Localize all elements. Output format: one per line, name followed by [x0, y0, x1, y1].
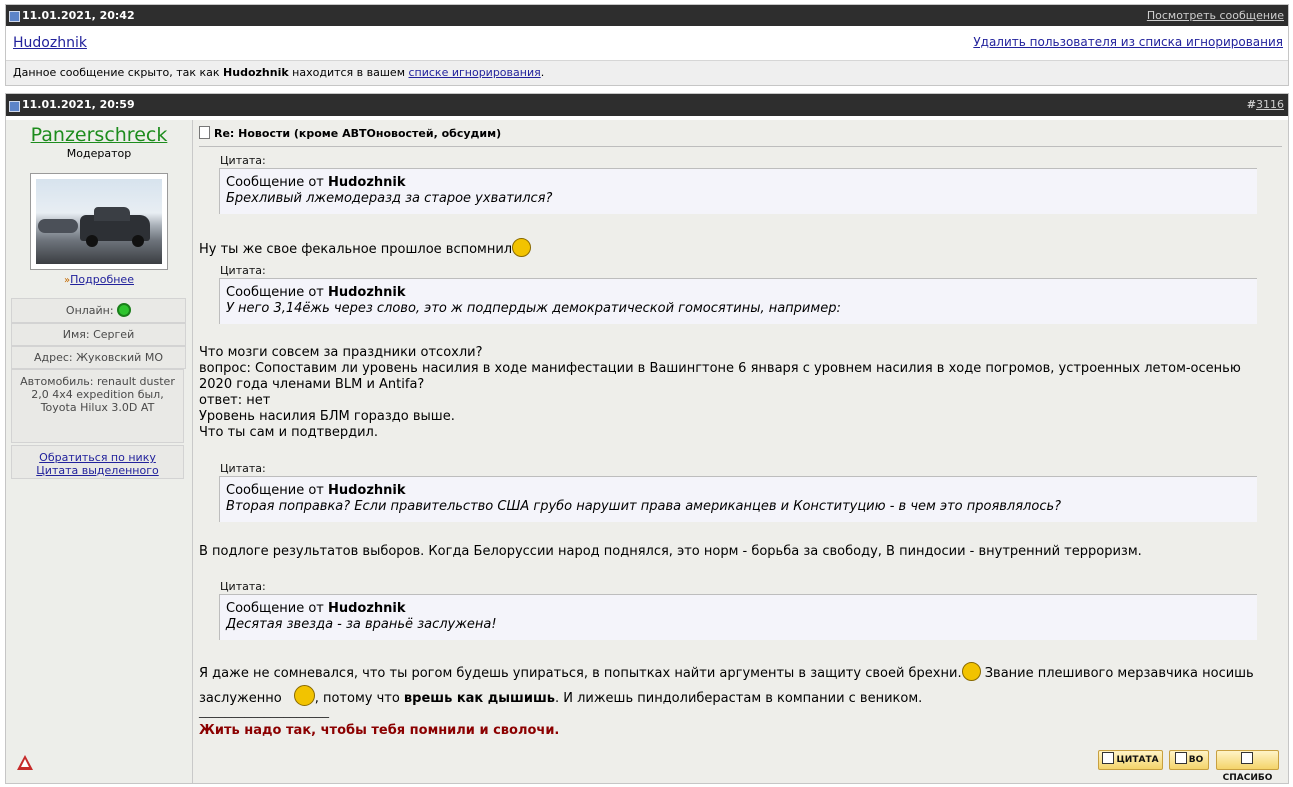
quote-button[interactable]: ЦИТАТА	[1098, 750, 1163, 770]
remove-ignore-link[interactable]: Удалить пользователя из списка игнориров…	[973, 35, 1283, 49]
author-name[interactable]: Panzerschreck	[6, 124, 192, 146]
hidden-post-header: 11.01.2021, 20:42 Посмотреть сообщение	[6, 5, 1288, 26]
quote-author: Hudozhnik	[327, 175, 406, 190]
address-by-nick-link[interactable]: Обратиться по нику	[39, 451, 156, 464]
ignored-username[interactable]: Hudozhnik	[13, 35, 87, 51]
multiquote-button[interactable]: ВО	[1169, 750, 1209, 770]
title-divider	[199, 146, 1282, 147]
reply-text: Что мозги совсем за праздники отсохли? в…	[199, 345, 1241, 440]
thanks-icon	[1240, 752, 1253, 764]
post-header: 11.01.2021, 20:59 #3116	[6, 94, 1288, 116]
post-number-link[interactable]: 3116	[1256, 98, 1284, 111]
post: 11.01.2021, 20:59 #3116 Panzerschreck Мо…	[5, 93, 1289, 784]
quote-author: Hudozhnik	[327, 483, 406, 498]
thanks-button[interactable]: СПАСИБО	[1216, 750, 1279, 783]
avatar-image	[36, 179, 162, 264]
quote-box: Сообщение от Hudozhnik Брехливый лжемоде…	[219, 168, 1257, 214]
reply-text: Я даже не сомневался, что ты рогом будеш…	[199, 662, 1254, 710]
quote-icon	[1102, 752, 1115, 764]
post-content: Re: Новости (кроме АВТОновостей, обсудим…	[193, 120, 1288, 783]
quote-text: Десятая звезда - за враньё заслужена!	[226, 617, 497, 632]
quote-box: Сообщение от Hudozhnik Десятая звезда - …	[219, 594, 1257, 640]
quote-author: Hudozhnik	[327, 285, 406, 300]
post-icon	[9, 11, 20, 22]
quote-text: Вторая поправка? Если правительство США …	[226, 499, 1062, 514]
smiley-icon	[961, 662, 981, 681]
ignore-list-link[interactable]: списке игнорирования	[409, 66, 541, 79]
signature: Жить надо так, чтобы тебя помнили и свол…	[199, 723, 560, 738]
signature-divider: ____________________	[199, 704, 329, 719]
more-link-row: »Подробнее	[6, 273, 192, 286]
more-link[interactable]: Подробнее	[70, 273, 134, 286]
post-number: #3116	[1246, 98, 1284, 111]
quote-text: У него 3,14ёжь через слово, это ж подпер…	[226, 301, 841, 316]
reply-text: Ну ты же свое фекальное прошлое вспомнил	[199, 238, 532, 258]
quote-box: Сообщение от Hudozhnik Вторая поправка? …	[219, 476, 1257, 522]
document-icon	[199, 126, 210, 139]
quote-box: Сообщение от Hudozhnik У него 3,14ёжь че…	[219, 278, 1257, 324]
reply-text: В подлоге результатов выборов. Когда Бел…	[199, 544, 1142, 559]
online-icon	[117, 303, 132, 317]
multiquote-icon	[1174, 752, 1187, 764]
post-title: Re: Новости (кроме АВТОновостей, обсудим…	[199, 126, 501, 140]
author-sidebar: Panzerschreck Модератор »Подробнее Онлай…	[6, 120, 193, 783]
author-avatar[interactable]	[30, 173, 168, 270]
hidden-notice: Данное сообщение скрыто, так как Hudozhn…	[6, 60, 1288, 85]
laughing-smiley-icon	[293, 685, 315, 706]
author-rank: Модератор	[66, 147, 132, 160]
quote-selected-link[interactable]: Цитата выделенного	[36, 464, 158, 477]
quote-label: Цитата:	[220, 580, 266, 593]
quote-text: Брехливый лжемодеразд за старое ухватилс…	[226, 191, 553, 206]
quote-label: Цитата:	[220, 264, 266, 277]
name-field: Имя: Сергей	[11, 323, 186, 346]
quote-label: Цитата:	[220, 154, 266, 167]
hidden-post: 11.01.2021, 20:42 Посмотреть сообщение H…	[5, 4, 1289, 86]
wink-smiley-icon	[512, 238, 532, 257]
quote-author: Hudozhnik	[327, 601, 406, 616]
view-post-link[interactable]: Посмотреть сообщение	[1147, 5, 1284, 26]
report-icon[interactable]	[17, 755, 33, 770]
author-actions: Обратиться по нику Цитата выделенного	[11, 445, 184, 479]
post-date: 11.01.2021, 20:42	[22, 9, 135, 22]
address-field: Адрес: Жуковский МО	[11, 346, 186, 369]
post-icon	[9, 101, 20, 112]
car-field: Автомобиль: renault duster 2,0 4x4 exped…	[11, 369, 184, 443]
quote-label: Цитата:	[220, 462, 266, 475]
online-status: Онлайн:	[11, 298, 186, 323]
post-date: 11.01.2021, 20:59	[22, 98, 135, 111]
